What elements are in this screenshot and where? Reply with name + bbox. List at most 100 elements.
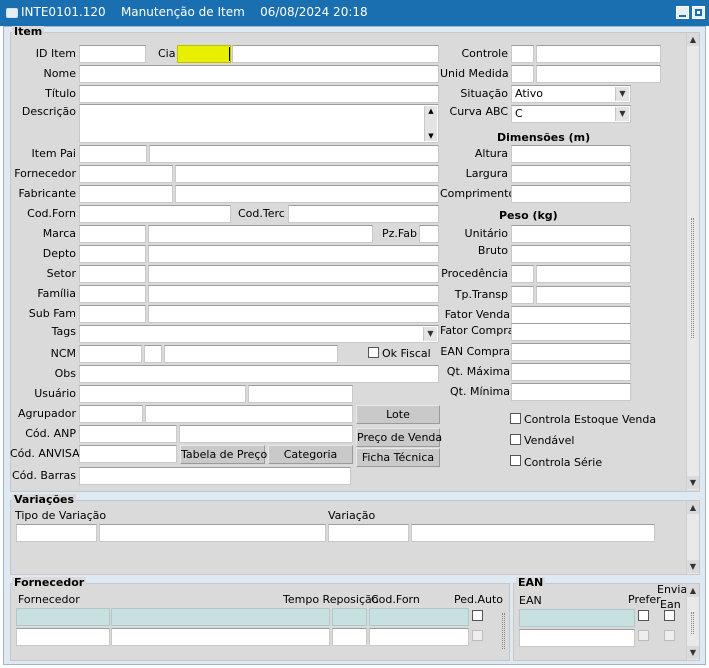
variacoes-scrollbar[interactable]: ▲ ▼ <box>686 501 699 574</box>
scroll-grip[interactable] <box>691 218 694 338</box>
sub-fam-desc-field[interactable] <box>148 305 439 323</box>
scroll-down-icon[interactable]: ▼ <box>687 560 699 573</box>
tags-select[interactable]: ▼ <box>79 325 439 343</box>
usuario-input[interactable] <box>79 385 246 403</box>
minimize-icon[interactable] <box>676 6 689 19</box>
tipo-variacao-desc-cell[interactable] <box>99 524 326 542</box>
cod-forn-cell[interactable] <box>369 608 469 626</box>
ficha-tecnica-button[interactable]: Ficha Técnica <box>356 448 440 467</box>
cod-anp-desc-field[interactable] <box>179 425 353 443</box>
cod-anvisa-input[interactable] <box>79 445 177 463</box>
fornecedor-name-cell[interactable] <box>111 628 330 646</box>
qt-maxima-input[interactable] <box>511 363 631 381</box>
tipo-variacao-code-cell[interactable] <box>16 524 97 542</box>
unid-medida-desc-field[interactable] <box>536 65 661 83</box>
familia-input[interactable] <box>79 285 146 303</box>
scroll-up-icon[interactable]: ▲ <box>687 584 699 597</box>
prefer-checkbox[interactable] <box>638 610 649 621</box>
largura-input[interactable] <box>511 165 631 183</box>
item-scrollbar[interactable]: ▲ ▼ <box>686 33 699 490</box>
scroll-down-icon[interactable]: ▼ <box>687 646 699 659</box>
procedencia-input[interactable] <box>511 265 534 283</box>
setor-desc-field[interactable] <box>148 265 439 283</box>
unid-medida-input[interactable] <box>511 65 534 83</box>
sub-fam-input[interactable] <box>79 305 146 323</box>
usuario-date-field[interactable] <box>248 385 353 403</box>
ean-compra-input[interactable] <box>511 343 631 361</box>
fator-venda-input[interactable] <box>511 306 631 324</box>
cod-forn-cell[interactable] <box>369 628 469 646</box>
procedencia-desc-field[interactable] <box>536 265 631 283</box>
chevron-down-icon[interactable]: ▼ <box>615 87 629 101</box>
depto-input[interactable] <box>79 245 146 263</box>
cia-input[interactable] <box>177 45 231 63</box>
depto-desc-field[interactable] <box>148 245 439 263</box>
marca-input[interactable] <box>79 225 146 243</box>
variacao-desc-cell[interactable] <box>411 524 655 542</box>
controla-serie-checkbox[interactable] <box>510 455 521 466</box>
controla-estoque-venda-checkbox[interactable] <box>510 413 521 424</box>
item-pai-desc-field[interactable] <box>149 145 439 163</box>
scroll-grip[interactable] <box>691 612 694 634</box>
fabricante-desc-field[interactable] <box>175 185 439 203</box>
cod-anp-input[interactable] <box>79 425 177 443</box>
fornecedor-name-cell[interactable] <box>111 608 330 626</box>
fabricante-input[interactable] <box>79 185 173 203</box>
tp-transp-input[interactable] <box>511 286 534 304</box>
tempo-reposicao-cell[interactable] <box>332 628 367 646</box>
ncm-input[interactable] <box>79 345 142 363</box>
bruto-input[interactable] <box>511 245 631 263</box>
setor-input[interactable] <box>79 265 146 283</box>
lote-button[interactable]: Lote <box>356 405 440 424</box>
scroll-up-icon[interactable]: ▲ <box>687 33 699 46</box>
fornecedor-code-cell[interactable] <box>16 628 110 646</box>
titulo-input[interactable] <box>79 85 439 103</box>
fornecedor-input[interactable] <box>79 165 173 183</box>
qt-minima-input[interactable] <box>511 383 631 401</box>
cia-name-field[interactable] <box>232 45 439 63</box>
ean-scrollbar[interactable]: ▲ ▼ <box>686 584 699 660</box>
ped-auto-checkbox[interactable] <box>472 630 483 641</box>
controle-desc-field[interactable] <box>536 45 661 63</box>
descricao-scrollbar[interactable]: ▲ ▼ <box>424 106 437 141</box>
fator-compra-input[interactable] <box>511 323 631 341</box>
prefer-checkbox[interactable] <box>638 630 649 641</box>
altura-input[interactable] <box>511 145 631 163</box>
descricao-textarea[interactable]: ▲ ▼ <box>79 104 439 143</box>
chevron-down-icon[interactable]: ▼ <box>423 327 437 341</box>
fornecedor-code-cell[interactable] <box>16 608 110 626</box>
tp-transp-desc-field[interactable] <box>536 286 631 304</box>
tabela-preco-button[interactable]: Tabela de Preço <box>180 445 267 464</box>
item-pai-input[interactable] <box>79 145 147 163</box>
controle-input[interactable] <box>511 45 534 63</box>
fornecedor-scroll-grip[interactable] <box>502 613 505 649</box>
id-item-input[interactable] <box>79 45 146 63</box>
familia-desc-field[interactable] <box>148 285 439 303</box>
vendavel-checkbox[interactable] <box>510 434 521 445</box>
pz-fab-input[interactable] <box>419 225 439 243</box>
ncm-digit-field[interactable] <box>144 345 162 363</box>
cod-terc-input[interactable] <box>288 205 439 223</box>
situacao-select[interactable]: Ativo ▼ <box>511 85 631 103</box>
ped-auto-checkbox[interactable] <box>472 610 483 621</box>
curva-abc-select[interactable]: C ▼ <box>511 105 631 123</box>
maximize-icon[interactable] <box>692 6 705 19</box>
categoria-button[interactable]: Categoria <box>268 445 353 464</box>
ean-cell[interactable] <box>519 629 635 647</box>
scroll-down-icon[interactable]: ▼ <box>687 476 699 489</box>
ncm-desc-field[interactable] <box>164 345 338 363</box>
chevron-down-icon[interactable]: ▼ <box>615 107 629 121</box>
marca-desc-field[interactable] <box>148 225 373 243</box>
unitario-input[interactable] <box>511 225 631 243</box>
tempo-reposicao-cell[interactable] <box>332 608 367 626</box>
ok-fiscal-checkbox[interactable] <box>368 347 379 358</box>
comprimento-input[interactable] <box>511 185 631 203</box>
preco-venda-button[interactable]: Preço de Venda <box>356 428 442 447</box>
scroll-up-icon[interactable]: ▲ <box>425 106 437 116</box>
agrupador-input[interactable] <box>79 405 143 423</box>
envia-ean-checkbox[interactable] <box>664 610 675 621</box>
obs-input[interactable] <box>79 365 439 383</box>
nome-input[interactable] <box>79 65 439 83</box>
fornecedor-desc-field[interactable] <box>175 165 439 183</box>
envia-ean-checkbox[interactable] <box>664 630 675 641</box>
